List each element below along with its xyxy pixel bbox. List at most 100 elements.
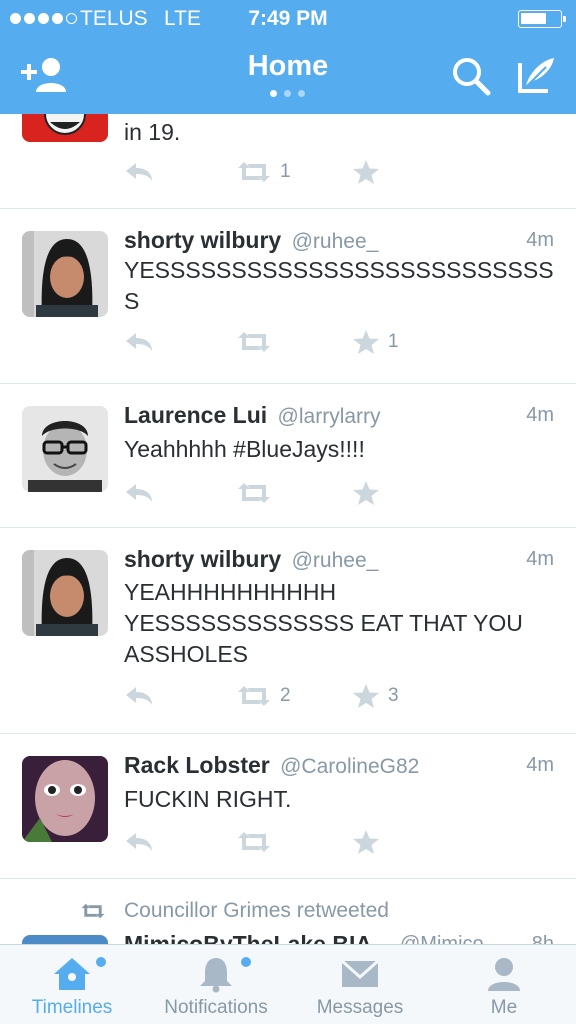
reply-icon <box>126 687 152 705</box>
tweet-header: shorty wilbury @ruhee_ 4m <box>124 546 554 576</box>
tweet-header: Laurence Lui @larrylarry 4m <box>124 402 554 432</box>
author-name[interactable]: Laurence Lui <box>124 402 267 428</box>
tweet-timestamp: 4m <box>526 229 554 251</box>
tweet-text: Yeahhhhh #BlueJays!!!! <box>124 436 365 462</box>
envelope-icon <box>341 959 379 987</box>
star-icon <box>353 830 379 854</box>
retweet-icon <box>238 686 270 706</box>
reply-icon <box>126 484 152 502</box>
star-icon <box>353 160 379 184</box>
author-handle[interactable]: @larrylarry <box>278 405 381 428</box>
retweet-count: 2 <box>280 685 291 706</box>
tweet-header: shorty wilbury @ruhee_ 4m <box>124 227 554 257</box>
search-button[interactable] <box>450 55 492 97</box>
favorite-count: 3 <box>388 685 399 706</box>
tweet-actions: 1 <box>124 327 424 357</box>
status-bar: TELUS LTE 7:49 PM <box>0 6 576 32</box>
retweet-icon <box>238 332 270 352</box>
retweet-button[interactable] <box>236 478 280 508</box>
author-handle[interactable]: @Mimico... <box>400 933 500 944</box>
author-name[interactable]: shorty wilbury <box>124 227 281 253</box>
star-icon <box>353 684 379 708</box>
tab-label: Messages <box>316 997 404 1018</box>
avatar[interactable] <box>22 231 108 317</box>
tweet-actions: 1 <box>124 157 424 187</box>
avatar[interactable] <box>22 935 108 944</box>
tweet-text: in 19. <box>124 119 181 145</box>
favorite-button[interactable] <box>352 827 388 857</box>
tweet-timestamp: 4m <box>526 754 554 776</box>
retweet-button[interactable]: 1 <box>236 157 291 187</box>
author-handle[interactable]: @ruhee_ <box>292 230 379 253</box>
tweet[interactable]: shorty wilbury @ruhee_ 4m YEAHHHHHHHHHH … <box>0 528 576 734</box>
tab-messages[interactable]: Messages <box>288 945 432 1024</box>
avatar[interactable] <box>22 756 108 842</box>
reply-icon <box>126 333 152 351</box>
reply-icon <box>126 163 152 181</box>
retweet-icon <box>238 832 270 852</box>
reply-button[interactable] <box>124 681 154 711</box>
favorite-count: 1 <box>388 331 399 352</box>
star-icon <box>353 330 379 354</box>
person-icon <box>488 958 520 991</box>
new-items-badge <box>96 957 106 967</box>
tweet-text: YEAHHHHHHHHHH YESSSSSSSSSSSSS EAT THAT Y… <box>124 579 523 667</box>
reply-button[interactable] <box>124 827 154 857</box>
tweet-timestamp: 4m <box>526 548 554 570</box>
author-name[interactable]: shorty wilbury <box>124 546 281 572</box>
retweet-icon <box>238 483 270 503</box>
favorite-button[interactable]: 1 <box>352 327 399 357</box>
star-icon <box>353 481 379 505</box>
tab-notifications[interactable]: Notifications <box>144 945 288 1024</box>
status-time: 7:49 PM <box>248 7 328 30</box>
tweet[interactable]: Councillor Grimes retweeted MimicoByTheL… <box>0 879 576 944</box>
tweet-timestamp: 4m <box>526 404 554 426</box>
reply-icon <box>126 833 152 851</box>
retweet-button[interactable]: 2 <box>236 681 291 711</box>
tab-label: Timelines <box>31 997 113 1018</box>
author-name[interactable]: MimicoByTheLake BIA <box>124 931 372 944</box>
tweet[interactable]: Laurence Lui @larrylarry 4m Yeahhhhh #Bl… <box>0 384 576 528</box>
new-items-badge <box>241 957 251 967</box>
author-name[interactable]: Rack Lobster <box>124 752 270 778</box>
bell-icon <box>200 958 232 993</box>
tweet-timestamp: 8h <box>531 933 554 944</box>
avatar[interactable] <box>22 406 108 492</box>
tab-timelines[interactable]: Timelines <box>0 945 144 1024</box>
battery-icon <box>518 10 566 28</box>
author-handle[interactable]: @ruhee_ <box>292 549 379 572</box>
retweet-button[interactable] <box>236 327 280 357</box>
search-icon <box>453 58 491 96</box>
tweet[interactable]: shorty wilbury @ruhee_ 4m YESSSSSSSSSSSS… <box>0 209 576 384</box>
nav-header: TELUS LTE 7:49 PM Home <box>0 0 576 114</box>
compose-tweet-button[interactable] <box>516 55 558 95</box>
favorite-button[interactable]: 3 <box>352 681 399 711</box>
avatar[interactable] <box>22 114 108 142</box>
tab-me[interactable]: Me <box>432 945 576 1024</box>
tweet-header: Rack Lobster @CarolineG82 4m <box>124 752 554 782</box>
tweet-text: YESSSSSSSSSSSSSSSSSSSSSSSSSSS <box>124 257 554 314</box>
home-icon <box>54 958 90 990</box>
author-handle[interactable]: @CarolineG82 <box>280 755 419 778</box>
retweet-icon <box>81 903 105 919</box>
tweet[interactable]: Rack Lobster @CarolineG82 4m FUCKIN RIGH… <box>0 734 576 879</box>
favorite-button[interactable] <box>352 157 388 187</box>
tab-label: Me <box>490 997 518 1018</box>
compose-icon <box>518 58 554 93</box>
reply-button[interactable] <box>124 478 154 508</box>
retweeted-by-text: Councillor Grimes retweeted <box>124 899 389 922</box>
tweet[interactable]: in 19. 1 <box>0 114 576 209</box>
tab-bar: Timelines Notifications Messages Me <box>0 944 576 1024</box>
timeline-feed[interactable]: in 19. 1 shorty wilbury @ruhee_ 4m YESSS… <box>0 114 576 944</box>
tweet-actions <box>124 478 424 508</box>
tweet-actions <box>124 827 424 857</box>
reply-button[interactable] <box>124 327 154 357</box>
reply-button[interactable] <box>124 157 154 187</box>
retweet-icon <box>238 162 270 182</box>
avatar[interactable] <box>22 550 108 636</box>
favorite-button[interactable] <box>352 478 388 508</box>
retweet-button[interactable] <box>236 827 280 857</box>
retweeted-by-banner[interactable]: Councillor Grimes retweeted <box>80 897 389 925</box>
tweet-text: FUCKIN RIGHT. <box>124 786 292 812</box>
retweet-count: 1 <box>280 161 291 182</box>
